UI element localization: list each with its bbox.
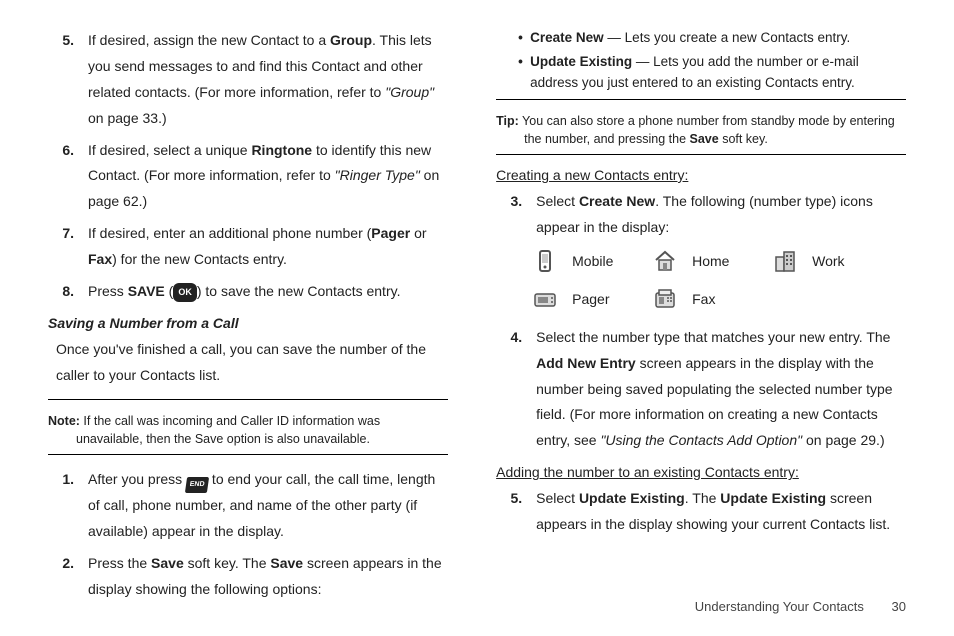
step-2: 2. Press the Save soft key. The Save scr…: [48, 551, 448, 603]
right-list-2: 4. Select the number type that matches y…: [496, 325, 906, 454]
mobile-icon: [532, 249, 558, 273]
right-column: Create New — Lets you create a new Conta…: [496, 28, 906, 576]
icon-label: Home: [692, 253, 762, 269]
home-icon: [652, 249, 678, 273]
step-8: 8. Press SAVE (OK) to save the new Conta…: [48, 279, 448, 305]
left-list-2: 1. After you press END to end your call,…: [48, 467, 448, 603]
tip-block: Tip: You can also store a phone number f…: [496, 112, 906, 148]
page-footer: Understanding Your Contacts 30: [695, 599, 906, 614]
step-3: 3. Select Create New. The following (num…: [496, 189, 906, 241]
work-icon: [772, 249, 798, 273]
icon-label: Fax: [692, 291, 762, 307]
footer-section: Understanding Your Contacts: [695, 599, 864, 614]
step-5: 5. If desired, assign the new Contact to…: [48, 28, 448, 132]
subheading-creating: Creating a new Contacts entry:: [496, 167, 906, 183]
left-list-1: 5. If desired, assign the new Contact to…: [48, 28, 448, 305]
icon-label: Mobile: [572, 253, 642, 269]
icon-label: Work: [812, 253, 882, 269]
left-column: 5. If desired, assign the new Contact to…: [48, 28, 448, 576]
number-type-icons: Mobile Home Work Pager Fax: [532, 249, 906, 311]
page-number: 30: [892, 599, 906, 614]
page-columns: 5. If desired, assign the new Contact to…: [48, 28, 906, 576]
options-bullets: Create New — Lets you create a new Conta…: [496, 28, 906, 93]
intro-para: Once you've finished a call, you can sav…: [56, 337, 440, 389]
step-4: 4. Select the number type that matches y…: [496, 325, 906, 454]
pager-icon: [532, 287, 558, 311]
bullet-update-existing: Update Existing — Lets you add the numbe…: [518, 52, 906, 93]
note-block: Note: If the call was incoming and Calle…: [48, 412, 448, 448]
ok-icon: OK: [173, 283, 197, 302]
step-5b: 5. Select Update Existing. The Update Ex…: [496, 486, 906, 538]
subheading-adding: Adding the number to an existing Contact…: [496, 464, 906, 480]
bullet-create-new: Create New — Lets you create a new Conta…: [518, 28, 906, 48]
end-key-icon: END: [185, 477, 209, 493]
rule: [496, 99, 906, 100]
rule: [496, 154, 906, 155]
rule: [48, 454, 448, 455]
step-6: 6. If desired, select a unique Ringtone …: [48, 138, 448, 216]
subheading-saving: Saving a Number from a Call: [48, 315, 448, 331]
right-list-3: 5. Select Update Existing. The Update Ex…: [496, 486, 906, 538]
step-7: 7. If desired, enter an additional phone…: [48, 221, 448, 273]
icon-label: Pager: [572, 291, 642, 307]
step-1: 1. After you press END to end your call,…: [48, 467, 448, 545]
fax-icon: [652, 287, 678, 311]
right-list-1: 3. Select Create New. The following (num…: [496, 189, 906, 241]
rule: [48, 399, 448, 400]
